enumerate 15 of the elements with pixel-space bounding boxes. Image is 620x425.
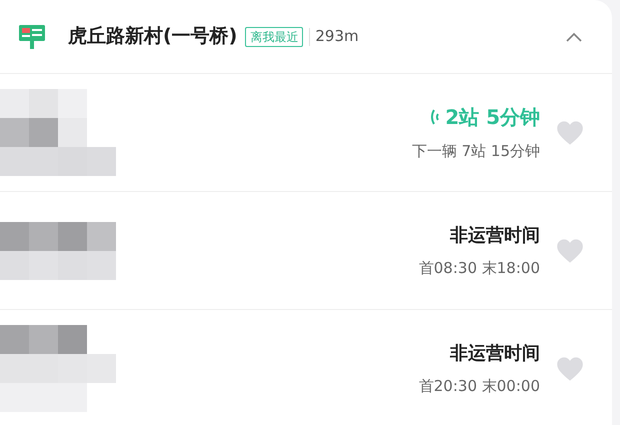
schedule-text: 首08:30 末18:00 [418,258,540,279]
nearest-tag: 离我最近 [245,26,304,46]
status-text: 非运营时间 [450,224,540,248]
next-bus-text: 下一辆 7站 15分钟 [412,141,540,162]
bus-stop-sign-icon [18,24,46,50]
heart-icon[interactable] [556,120,584,146]
heart-icon[interactable] [556,356,584,382]
chevron-up-icon[interactable] [566,32,582,42]
stop-name: 虎丘路新村(一号桥) [68,24,238,50]
heart-icon[interactable] [556,238,584,264]
distance-text: 293m [315,26,359,48]
status-text: 非运营时间 [450,342,540,366]
arrival-text: 2站 5分钟 [445,104,540,132]
schedule-text: 首20:30 末00:00 [418,376,540,397]
live-signal-icon [430,109,440,126]
